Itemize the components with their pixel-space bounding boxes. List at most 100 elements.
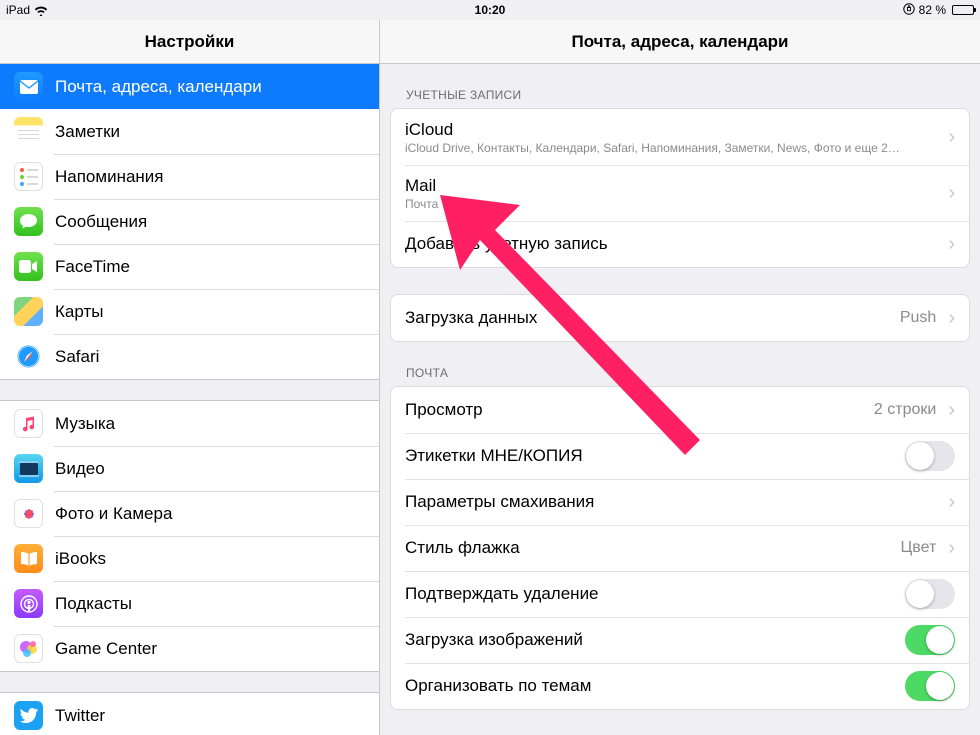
sidebar-item-label: Game Center	[55, 639, 157, 659]
chevron-right-icon: ›	[948, 400, 955, 420]
clock: 10:20	[475, 3, 506, 17]
reminders-icon	[14, 162, 43, 191]
podcasts-icon	[14, 589, 43, 618]
device-label: iPad	[6, 3, 30, 17]
sidebar-item-music[interactable]: Музыка	[0, 401, 379, 446]
mail-settings-group: Просмотр 2 строки › Этикетки МНЕ/КОПИЯ П…	[390, 386, 970, 710]
sidebar-scroll[interactable]: Почта, адреса, календари Заметки Напомин…	[0, 64, 379, 735]
status-bar: iPad 10:20 82 %	[0, 0, 980, 20]
account-sub: iCloud Drive, Контакты, Календари, Safar…	[405, 141, 915, 155]
confirm-delete-switch[interactable]	[905, 579, 955, 609]
load-images-switch[interactable]	[905, 625, 955, 655]
flag-style-row[interactable]: Стиль флажка Цвет ›	[391, 525, 969, 571]
mail-section-header: ПОЧТА	[390, 342, 970, 386]
sidebar-title: Настройки	[0, 20, 379, 64]
account-row-icloud[interactable]: iCloud iCloud Drive, Контакты, Календари…	[391, 109, 969, 165]
to-cc-label: Этикетки МНЕ/КОПИЯ	[405, 446, 583, 466]
sidebar-item-label: Видео	[55, 459, 105, 479]
preview-row[interactable]: Просмотр 2 строки ›	[391, 387, 969, 433]
chevron-right-icon: ›	[948, 127, 955, 147]
sidebar-item-game-center[interactable]: Game Center	[0, 626, 379, 671]
sidebar-item-reminders[interactable]: Напоминания	[0, 154, 379, 199]
to-cc-switch[interactable]	[905, 441, 955, 471]
organize-thread-row[interactable]: Организовать по темам	[391, 663, 969, 709]
load-images-label: Загрузка изображений	[405, 630, 583, 650]
battery-pct: 82 %	[919, 3, 946, 17]
accounts-group: iCloud iCloud Drive, Контакты, Календари…	[390, 108, 970, 268]
sidebar-item-label: Сообщения	[55, 212, 147, 232]
battery-icon	[952, 5, 974, 15]
to-cc-label-row[interactable]: Этикетки МНЕ/КОПИЯ	[391, 433, 969, 479]
facetime-icon	[14, 252, 43, 281]
sidebar-item-messages[interactable]: Сообщения	[0, 199, 379, 244]
twitter-icon	[14, 701, 43, 730]
orientation-lock-icon	[903, 3, 915, 18]
preview-label: Просмотр	[405, 400, 483, 420]
detail-scroll[interactable]: УЧЕТНЫЕ ЗАПИСИ iCloud iCloud Drive, Конт…	[380, 64, 980, 735]
video-icon	[14, 454, 43, 483]
sidebar-item-label: Музыка	[55, 414, 115, 434]
sidebar-item-podcasts[interactable]: Подкасты	[0, 581, 379, 626]
sidebar-item-label: Почта, адреса, календари	[55, 77, 262, 97]
flag-label: Стиль флажка	[405, 538, 520, 558]
sidebar-item-notes[interactable]: Заметки	[0, 109, 379, 154]
detail-title: Почта, адреса, календари	[380, 20, 980, 64]
sidebar-item-label: Фото и Камера	[55, 504, 172, 524]
sidebar-group: Почта, адреса, календари Заметки Напомин…	[0, 64, 379, 380]
account-title: Mail	[405, 176, 944, 196]
account-title: iCloud	[405, 120, 944, 140]
sidebar-item-label: Подкасты	[55, 594, 132, 614]
flag-value: Цвет	[900, 539, 936, 557]
chevron-right-icon: ›	[948, 492, 955, 512]
messages-icon	[14, 207, 43, 236]
sidebar-item-safari[interactable]: Safari	[0, 334, 379, 379]
music-icon	[14, 409, 43, 438]
wifi-icon	[34, 5, 48, 16]
sidebar-item-label: Напоминания	[55, 167, 164, 187]
sidebar-item-video[interactable]: Видео	[0, 446, 379, 491]
sidebar-item-facetime[interactable]: FaceTime	[0, 244, 379, 289]
organize-thread-switch[interactable]	[905, 671, 955, 701]
detail-pane: Почта, адреса, календари УЧЕТНЫЕ ЗАПИСИ …	[380, 20, 980, 735]
confirm-delete-row[interactable]: Подтверждать удаление	[391, 571, 969, 617]
sidebar-item-label: Заметки	[55, 122, 120, 142]
add-account-label: Добавить учетную запись	[405, 234, 608, 254]
game-center-icon	[14, 634, 43, 663]
chevron-right-icon: ›	[948, 234, 955, 254]
sidebar-item-label: iBooks	[55, 549, 106, 569]
notes-icon	[14, 117, 43, 146]
sidebar-item-ibooks[interactable]: iBooks	[0, 536, 379, 581]
swipe-options-row[interactable]: Параметры смахивания ›	[391, 479, 969, 525]
swipe-label: Параметры смахивания	[405, 492, 594, 512]
sidebar-item-label: Twitter	[55, 706, 105, 726]
sidebar-group: Музыка Видео Фото и Камера	[0, 400, 379, 672]
preview-value: 2 строки	[874, 401, 936, 419]
maps-icon	[14, 297, 43, 326]
fetch-label: Загрузка данных	[405, 308, 537, 328]
ibooks-icon	[14, 544, 43, 573]
accounts-section-header: УЧЕТНЫЕ ЗАПИСИ	[390, 64, 970, 108]
sidebar-group: Twitter	[0, 692, 379, 735]
sidebar-item-mail-contacts-calendars[interactable]: Почта, адреса, календари	[0, 64, 379, 109]
safari-icon	[14, 342, 43, 371]
fetch-group: Загрузка данных Push ›	[390, 294, 970, 342]
sidebar-item-twitter[interactable]: Twitter	[0, 693, 379, 735]
sidebar-item-label: Карты	[55, 302, 103, 322]
organize-thread-label: Организовать по темам	[405, 676, 591, 696]
load-images-row[interactable]: Загрузка изображений	[391, 617, 969, 663]
confirm-delete-label: Подтверждать удаление	[405, 584, 599, 604]
sidebar-item-photos-camera[interactable]: Фото и Камера	[0, 491, 379, 536]
sidebar-item-label: FaceTime	[55, 257, 130, 277]
account-sub: Почта	[405, 197, 915, 211]
mail-icon	[14, 72, 43, 101]
chevron-right-icon: ›	[948, 183, 955, 203]
chevron-right-icon: ›	[948, 538, 955, 558]
fetch-row[interactable]: Загрузка данных Push ›	[391, 295, 969, 341]
account-row-mail[interactable]: Mail Почта ›	[391, 165, 969, 221]
chevron-right-icon: ›	[948, 308, 955, 328]
fetch-value: Push	[900, 309, 936, 327]
photos-icon	[14, 499, 43, 528]
add-account-row[interactable]: Добавить учетную запись ›	[391, 221, 969, 267]
sidebar-item-maps[interactable]: Карты	[0, 289, 379, 334]
settings-sidebar: Настройки Почта, адреса, календари Замет…	[0, 20, 380, 735]
